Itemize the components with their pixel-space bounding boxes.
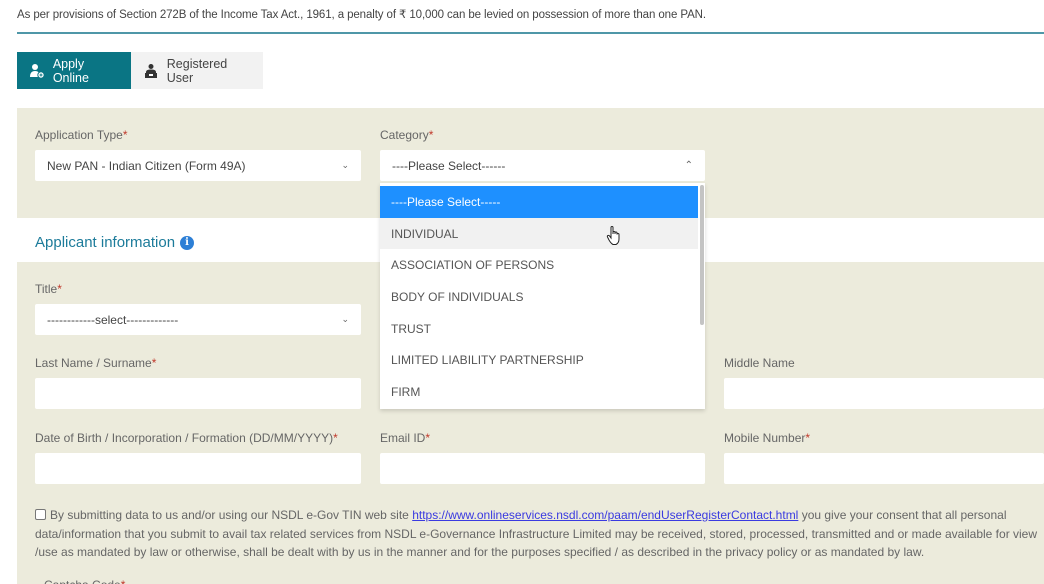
consent-checkbox[interactable]: [35, 509, 46, 520]
middle-name-label: Middle Name: [724, 356, 795, 370]
select-value: ----Please Select------: [392, 158, 506, 173]
mobile-input[interactable]: [724, 453, 1044, 484]
registered-user-icon: [143, 62, 160, 80]
category-label: Category*: [380, 128, 433, 142]
required-mark: *: [428, 128, 434, 142]
application-type-label: Application Type*: [35, 128, 128, 142]
label-text: Title: [35, 282, 58, 296]
consent-text: By submitting data to us and/or using ou…: [35, 506, 1044, 562]
title-label: Title*: [35, 282, 62, 296]
tab-label: Registered User: [166, 56, 228, 85]
category-select[interactable]: ----Please Select------ ⌃: [380, 150, 705, 181]
email-label: Email ID*: [380, 431, 430, 445]
label-text: Application Type: [35, 128, 123, 142]
consent-text-before: By submitting data to us and/or using ou…: [50, 508, 413, 522]
chevron-down-icon: ⌄: [341, 314, 349, 324]
divider: [17, 32, 1044, 34]
label-text: Email ID: [380, 431, 426, 445]
select-value: New PAN - Indian Citizen (Form 49A): [47, 158, 246, 173]
tab-bar: Apply Online Registered User: [17, 52, 263, 89]
dropdown-option[interactable]: ----Please Select-----: [380, 186, 698, 218]
required-mark: *: [425, 431, 431, 445]
dropdown-option[interactable]: BODY OF INDIVIDUALS: [380, 281, 698, 313]
email-input[interactable]: [380, 453, 705, 484]
required-mark: *: [122, 128, 128, 142]
select-value: ------------select-------------: [47, 312, 179, 327]
middle-name-input[interactable]: [724, 378, 1044, 409]
label-text: Mobile Number: [724, 431, 806, 445]
label-text: Category: [380, 128, 429, 142]
tab-label: Apply Online: [52, 56, 89, 85]
tab-apply-online[interactable]: Apply Online: [17, 52, 131, 89]
chevron-up-icon: ⌃: [684, 160, 693, 171]
dropdown-option[interactable]: TRUST: [380, 313, 698, 345]
chevron-down-icon: ⌄: [341, 160, 349, 170]
last-name-label: Last Name / Surname*: [35, 356, 156, 370]
required-mark: *: [805, 431, 811, 445]
section-title-text: Applicant information: [35, 234, 176, 251]
dropdown-option[interactable]: ASSOCIATION OF PERSONS: [380, 249, 698, 281]
hand-pointer-cursor-icon: [606, 225, 622, 251]
required-mark: *: [121, 578, 126, 584]
info-icon[interactable]: i: [180, 235, 195, 250]
dropdown-scrollbar[interactable]: [700, 185, 704, 325]
dropdown-option[interactable]: FIRM: [380, 376, 698, 408]
dropdown-option[interactable]: INDIVIDUAL: [380, 217, 698, 250]
tab-registered-user[interactable]: Registered User: [131, 52, 263, 89]
title-select[interactable]: ------------select------------- ⌄: [35, 304, 361, 335]
required-mark: *: [57, 282, 62, 296]
mobile-label: Mobile Number*: [724, 431, 810, 445]
dropdown-option[interactable]: LIMITED LIABILITY PARTNERSHIP: [380, 344, 698, 376]
consent-link[interactable]: https://www.onlineservices.nsdl.com/paam…: [412, 508, 798, 522]
dob-input[interactable]: [35, 453, 361, 484]
required-mark: *: [151, 356, 157, 370]
last-name-input[interactable]: [35, 378, 361, 409]
label-text: Date of Birth / Incorporation / Formatio…: [35, 431, 334, 445]
penalty-notice: As per provisions of Section 272B of the…: [17, 9, 706, 21]
captcha-label: Captcha Code*: [44, 578, 125, 584]
required-mark: *: [333, 431, 338, 445]
label-text: Last Name / Surname: [35, 356, 152, 370]
category-dropdown-list: ----Please Select----- INDIVIDUAL ASSOCI…: [380, 183, 705, 409]
application-type-select[interactable]: New PAN - Indian Citizen (Form 49A) ⌄: [35, 150, 361, 181]
applicant-section-title: Applicant information i: [35, 234, 195, 251]
user-add-icon: [29, 62, 46, 80]
label-text: Captcha Code: [44, 578, 121, 584]
dob-label: Date of Birth / Incorporation / Formatio…: [35, 431, 338, 445]
